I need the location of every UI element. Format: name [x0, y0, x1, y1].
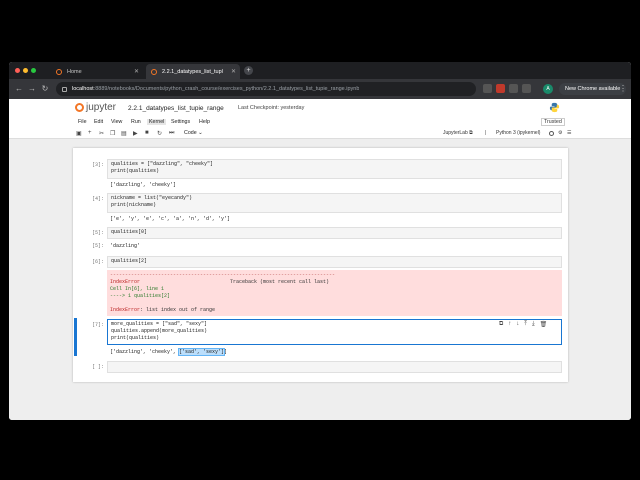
trusted-indicator[interactable]: Trusted: [541, 118, 565, 126]
profile-avatar[interactable]: A: [543, 84, 553, 94]
site-info-icon[interactable]: [62, 86, 67, 92]
tab-home[interactable]: Home ✕: [51, 64, 143, 79]
tab-notebook[interactable]: 2.2.1_datatypes_list_tupl ✕: [146, 64, 240, 79]
jupyterlab-button[interactable]: JupyterLab ⧉: [443, 130, 473, 136]
cell-input[interactable]: more_qualities = ["sad", "sexy"] qualiti…: [107, 319, 562, 345]
paste-icon[interactable]: ▤: [121, 130, 127, 137]
fast-forward-icon[interactable]: ⏭: [169, 130, 174, 137]
run-icon[interactable]: ▶: [133, 130, 138, 137]
notebook-page: [3]: qualities = ["dazzling", "cheeky"] …: [73, 148, 568, 382]
close-window-button[interactable]: [15, 68, 20, 73]
cell-prompt: [5]:: [91, 230, 104, 236]
browser-window: Home ✕ 2.2.1_datatypes_list_tupl ✕ + ← →…: [9, 62, 631, 420]
bug-icon[interactable]: ⚙: [558, 130, 562, 136]
cell-input[interactable]: qualities = ["dazzling", "cheeky"] print…: [107, 159, 562, 179]
new-chrome-available-button[interactable]: New Chrome available: [559, 83, 627, 95]
stop-icon[interactable]: ■: [145, 130, 149, 136]
reload-icon[interactable]: ↻: [40, 84, 50, 93]
error-output: ----------------------------------------…: [107, 270, 562, 316]
menu-kernel[interactable]: Kernel: [147, 119, 167, 125]
extension-icon[interactable]: [509, 84, 518, 93]
output-prompt: [5]:: [91, 243, 104, 249]
menu-bar: File Edit View Run Kernel Settings Help …: [9, 117, 631, 127]
kernel-name[interactable]: Python 3 (ipykernel): [496, 130, 540, 136]
menu-file[interactable]: File: [78, 119, 87, 125]
jupyter-logo-icon: [75, 103, 84, 112]
url-host: localhost: [72, 86, 94, 92]
menu-run[interactable]: Run: [131, 119, 141, 125]
cell-input[interactable]: nickname = list("eyecandy") print(nickna…: [107, 193, 562, 213]
last-checkpoint: Last Checkpoint: yesterday: [238, 105, 305, 111]
extension-icon[interactable]: [483, 84, 492, 93]
zoom-window-button[interactable]: [31, 68, 36, 73]
minimize-window-button[interactable]: [23, 68, 28, 73]
cell-toolbar: ⧉ ↑ ↓ ⤒ ⤓ 🗑: [499, 321, 547, 328]
cell-prompt: [ ]:: [91, 364, 104, 370]
active-cell-indicator: [74, 318, 77, 356]
menu-settings[interactable]: Settings: [171, 119, 190, 125]
address-bar-row: ← → ↻ localhost:8889/notebooks/Documents…: [9, 79, 631, 99]
kernel-status-icon: [549, 131, 554, 136]
notebook-title[interactable]: 2.2.1_datatypes_list_tupie_range: [128, 105, 224, 112]
jupyter-logo[interactable]: jupyter: [75, 102, 116, 113]
jupyter-header: jupyter 2.2.1_datatypes_list_tupie_range…: [9, 99, 631, 117]
insert-above-icon[interactable]: ⤒: [524, 321, 527, 328]
notebook-toolbar: ▣ + ✂ ❐ ▤ ▶ ■ ↻ ⏭ Code ⌄ JupyterLab ⧉ | …: [9, 128, 631, 139]
tab-strip: Home ✕ 2.2.1_datatypes_list_tupl ✕ +: [9, 62, 631, 79]
back-arrow-icon[interactable]: ←: [14, 84, 24, 93]
cell-prompt: [3]:: [91, 162, 104, 168]
extension-icon[interactable]: [496, 84, 505, 93]
menu-view[interactable]: View: [111, 119, 122, 125]
cell-input[interactable]: qualities[2]: [107, 256, 562, 268]
move-up-icon[interactable]: ↑: [508, 321, 511, 328]
cell-output: ['e', 'y', 'e', 'c', 'a', 'n', 'd', 'y']: [110, 216, 231, 222]
url-bar[interactable]: localhost:8889/notebooks/Documents/pytho…: [56, 82, 476, 96]
duplicate-cell-icon[interactable]: ⧉: [499, 321, 503, 328]
new-tab-button[interactable]: +: [244, 66, 253, 75]
extensions-puzzle-icon[interactable]: [522, 84, 531, 93]
cell-prompt: [6]:: [91, 259, 104, 265]
forward-arrow-icon[interactable]: →: [27, 84, 37, 93]
external-link-icon: ⧉: [469, 130, 473, 136]
cell-output: 'dazzling': [110, 243, 141, 249]
jupyter-favicon-icon: [151, 68, 157, 75]
move-down-icon[interactable]: ↓: [516, 321, 519, 328]
save-icon[interactable]: ▣: [76, 130, 82, 137]
close-tab-icon[interactable]: ✕: [134, 68, 139, 75]
menu-lines-icon[interactable]: ☰: [567, 130, 571, 136]
add-cell-icon[interactable]: +: [88, 130, 92, 136]
cell-output: ['dazzling', 'cheeky']: [110, 182, 177, 188]
menu-edit[interactable]: Edit: [94, 119, 103, 125]
cell-type-select[interactable]: Code ⌄: [184, 130, 203, 136]
cell-input[interactable]: qualities[0]: [107, 227, 562, 239]
separator: |: [485, 130, 487, 136]
tab-label: Home: [67, 68, 82, 75]
cut-icon[interactable]: ✂: [99, 130, 104, 137]
close-tab-icon[interactable]: ✕: [231, 68, 236, 75]
menu-help[interactable]: Help: [199, 119, 210, 125]
url-path: :8889/notebooks/Documents/python_crash_c…: [93, 86, 360, 92]
cell-output: ['dazzling', 'cheeky', ['sad', 'sexy']]: [110, 348, 228, 356]
tab-label: 2.2.1_datatypes_list_tupl: [162, 68, 223, 75]
delete-cell-icon[interactable]: 🗑: [540, 321, 548, 328]
insert-below-icon[interactable]: ⤓: [532, 321, 535, 328]
chrome-menu-icon[interactable]: ⋮: [618, 84, 628, 93]
python-logo-icon: [549, 102, 560, 113]
selected-text[interactable]: ['sad', 'sexy']: [178, 348, 226, 356]
restart-icon[interactable]: ↻: [157, 130, 162, 137]
cell-prompt: [7]:: [91, 322, 104, 328]
cell-prompt: [4]:: [91, 196, 104, 202]
jupyter-favicon-icon: [56, 68, 62, 75]
copy-icon[interactable]: ❐: [110, 130, 115, 137]
chevron-down-icon: ⌄: [198, 130, 203, 136]
cell-input[interactable]: [107, 361, 562, 373]
